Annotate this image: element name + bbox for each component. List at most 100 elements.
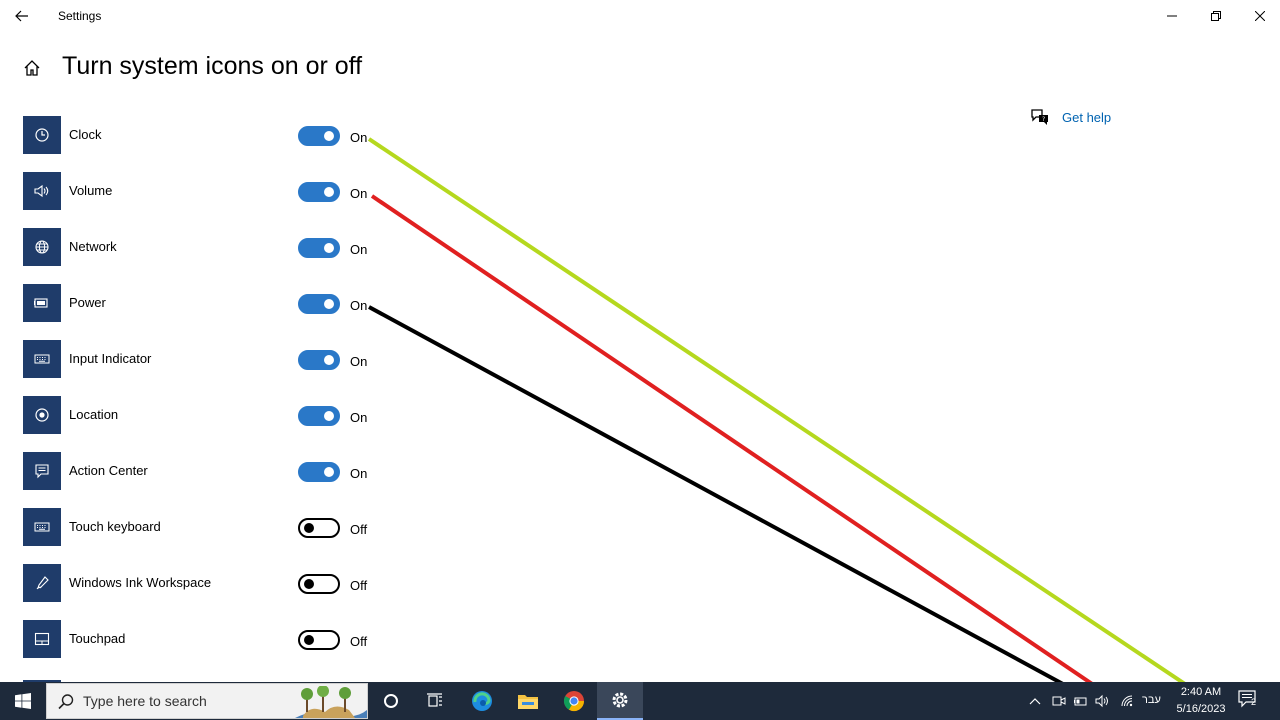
action-center-icon bbox=[23, 452, 61, 490]
setting-row-power: Power On bbox=[23, 284, 383, 322]
windows-ink-toggle[interactable] bbox=[298, 574, 340, 594]
windows-logo-icon bbox=[15, 693, 31, 709]
toggle-state: On bbox=[350, 410, 368, 425]
tray-meet-button[interactable] bbox=[1050, 692, 1068, 710]
clock-toggle[interactable] bbox=[298, 126, 340, 146]
home-icon bbox=[24, 60, 40, 76]
keyboard-icon bbox=[23, 508, 61, 546]
annotation-line-power bbox=[368, 305, 1075, 692]
battery-icon bbox=[1074, 697, 1087, 706]
setting-label: Clock bbox=[69, 127, 102, 142]
get-help-label: Get help bbox=[1062, 109, 1112, 125]
action-center-toggle[interactable] bbox=[298, 462, 340, 482]
page-title: Turn system icons on or off bbox=[62, 52, 363, 80]
chevron-up-icon bbox=[1029, 698, 1041, 705]
setting-row-network: Network On bbox=[23, 228, 383, 266]
wifi-icon bbox=[1121, 695, 1133, 707]
network-toggle[interactable] bbox=[298, 238, 340, 258]
toggle-state: Off bbox=[350, 522, 368, 537]
restore-button[interactable] bbox=[1194, 0, 1238, 32]
globe-icon bbox=[23, 228, 61, 266]
toggle-state: On bbox=[350, 242, 368, 257]
show-hidden-icons-button[interactable] bbox=[1026, 692, 1044, 710]
search-input[interactable] bbox=[83, 693, 293, 709]
toggle-state: On bbox=[350, 130, 368, 145]
taskbar-date[interactable]: 5/16/2023 bbox=[1172, 703, 1230, 715]
toggle-state: On bbox=[350, 298, 368, 313]
setting-row-windows-ink: Windows Ink Workspace Off bbox=[23, 564, 383, 602]
toggle-state: On bbox=[350, 466, 368, 481]
settings-button[interactable] bbox=[597, 682, 643, 720]
restore-icon bbox=[1211, 11, 1221, 21]
folder-icon bbox=[518, 695, 538, 709]
battery-icon bbox=[23, 284, 61, 322]
search-icon bbox=[57, 693, 75, 716]
chrome-button[interactable] bbox=[551, 682, 597, 720]
taskbar-search[interactable] bbox=[46, 683, 368, 719]
power-toggle[interactable] bbox=[298, 294, 340, 314]
home-button[interactable] bbox=[20, 56, 44, 80]
setting-row-clock: Clock On bbox=[23, 116, 383, 154]
volume-icon bbox=[23, 172, 61, 210]
setting-label: Volume bbox=[69, 183, 113, 198]
toggle-state: On bbox=[350, 354, 368, 369]
gear-icon bbox=[612, 692, 628, 708]
title-bar: Settings bbox=[0, 0, 1280, 32]
setting-row-location: Location On bbox=[23, 396, 383, 434]
chrome-icon bbox=[563, 691, 585, 712]
setting-label: Action Center bbox=[69, 463, 148, 478]
volume-icon bbox=[1095, 694, 1108, 708]
touch-keyboard-toggle[interactable] bbox=[298, 518, 340, 538]
edge-icon bbox=[472, 691, 492, 711]
back-arrow-icon bbox=[15, 10, 28, 22]
setting-row-touchpad: Touchpad Off bbox=[23, 620, 383, 658]
file-explorer-button[interactable] bbox=[505, 682, 551, 720]
taskbar: עבר 2:40 AM 5/16/2023 2 bbox=[0, 682, 1280, 720]
input-language-indicator[interactable]: עבר bbox=[1142, 694, 1161, 706]
minimize-icon bbox=[1167, 15, 1177, 17]
minimize-button[interactable] bbox=[1150, 0, 1194, 32]
volume-toggle[interactable] bbox=[298, 182, 340, 202]
tray-network-button[interactable] bbox=[1118, 692, 1136, 710]
task-view-icon bbox=[427, 693, 442, 707]
clock-icon bbox=[23, 116, 61, 154]
setting-label: Input Indicator bbox=[69, 351, 152, 366]
chat-help-icon: ? bbox=[1031, 109, 1048, 125]
toggle-state: Off bbox=[350, 634, 368, 649]
cortana-icon bbox=[384, 694, 398, 708]
toggle-state: Off bbox=[350, 578, 368, 593]
edge-button[interactable] bbox=[459, 682, 505, 720]
location-toggle[interactable] bbox=[298, 406, 340, 426]
annotation-line-volume bbox=[370, 194, 1106, 694]
taskbar-time[interactable]: 2:40 AM bbox=[1174, 686, 1228, 698]
get-help-link[interactable]: ? Get help bbox=[1030, 108, 1111, 126]
input-indicator-toggle[interactable] bbox=[298, 350, 340, 370]
setting-label: Touchpad bbox=[69, 631, 126, 646]
setting-row-volume: Volume On bbox=[23, 172, 383, 210]
start-button[interactable] bbox=[0, 682, 46, 720]
close-button[interactable] bbox=[1238, 0, 1280, 32]
setting-label: Power bbox=[69, 295, 106, 310]
keyboard-icon bbox=[23, 340, 61, 378]
location-icon bbox=[23, 396, 61, 434]
close-icon bbox=[1255, 11, 1265, 21]
video-camera-icon bbox=[1052, 696, 1066, 706]
search-highlight-art bbox=[295, 686, 367, 718]
task-view-button[interactable] bbox=[412, 682, 458, 720]
touchpad-icon bbox=[23, 620, 61, 658]
toggle-state: On bbox=[350, 186, 368, 201]
setting-label: Location bbox=[69, 407, 119, 422]
setting-row-action-center: Action Center On bbox=[23, 452, 383, 490]
annotation-line-clock bbox=[367, 137, 1190, 688]
touchpad-toggle[interactable] bbox=[298, 630, 340, 650]
back-button[interactable] bbox=[8, 4, 36, 28]
cortana-button[interactable] bbox=[368, 682, 414, 720]
notification-count: 2 bbox=[1251, 697, 1257, 707]
action-center-button[interactable]: 2 bbox=[1238, 690, 1264, 712]
pen-icon bbox=[23, 564, 61, 602]
tray-volume-button[interactable] bbox=[1094, 692, 1112, 710]
setting-row-input-indicator: Input Indicator On bbox=[23, 340, 383, 378]
tray-power-button[interactable] bbox=[1072, 692, 1090, 710]
setting-label: Network bbox=[69, 239, 117, 254]
app-title: Settings bbox=[58, 9, 102, 23]
